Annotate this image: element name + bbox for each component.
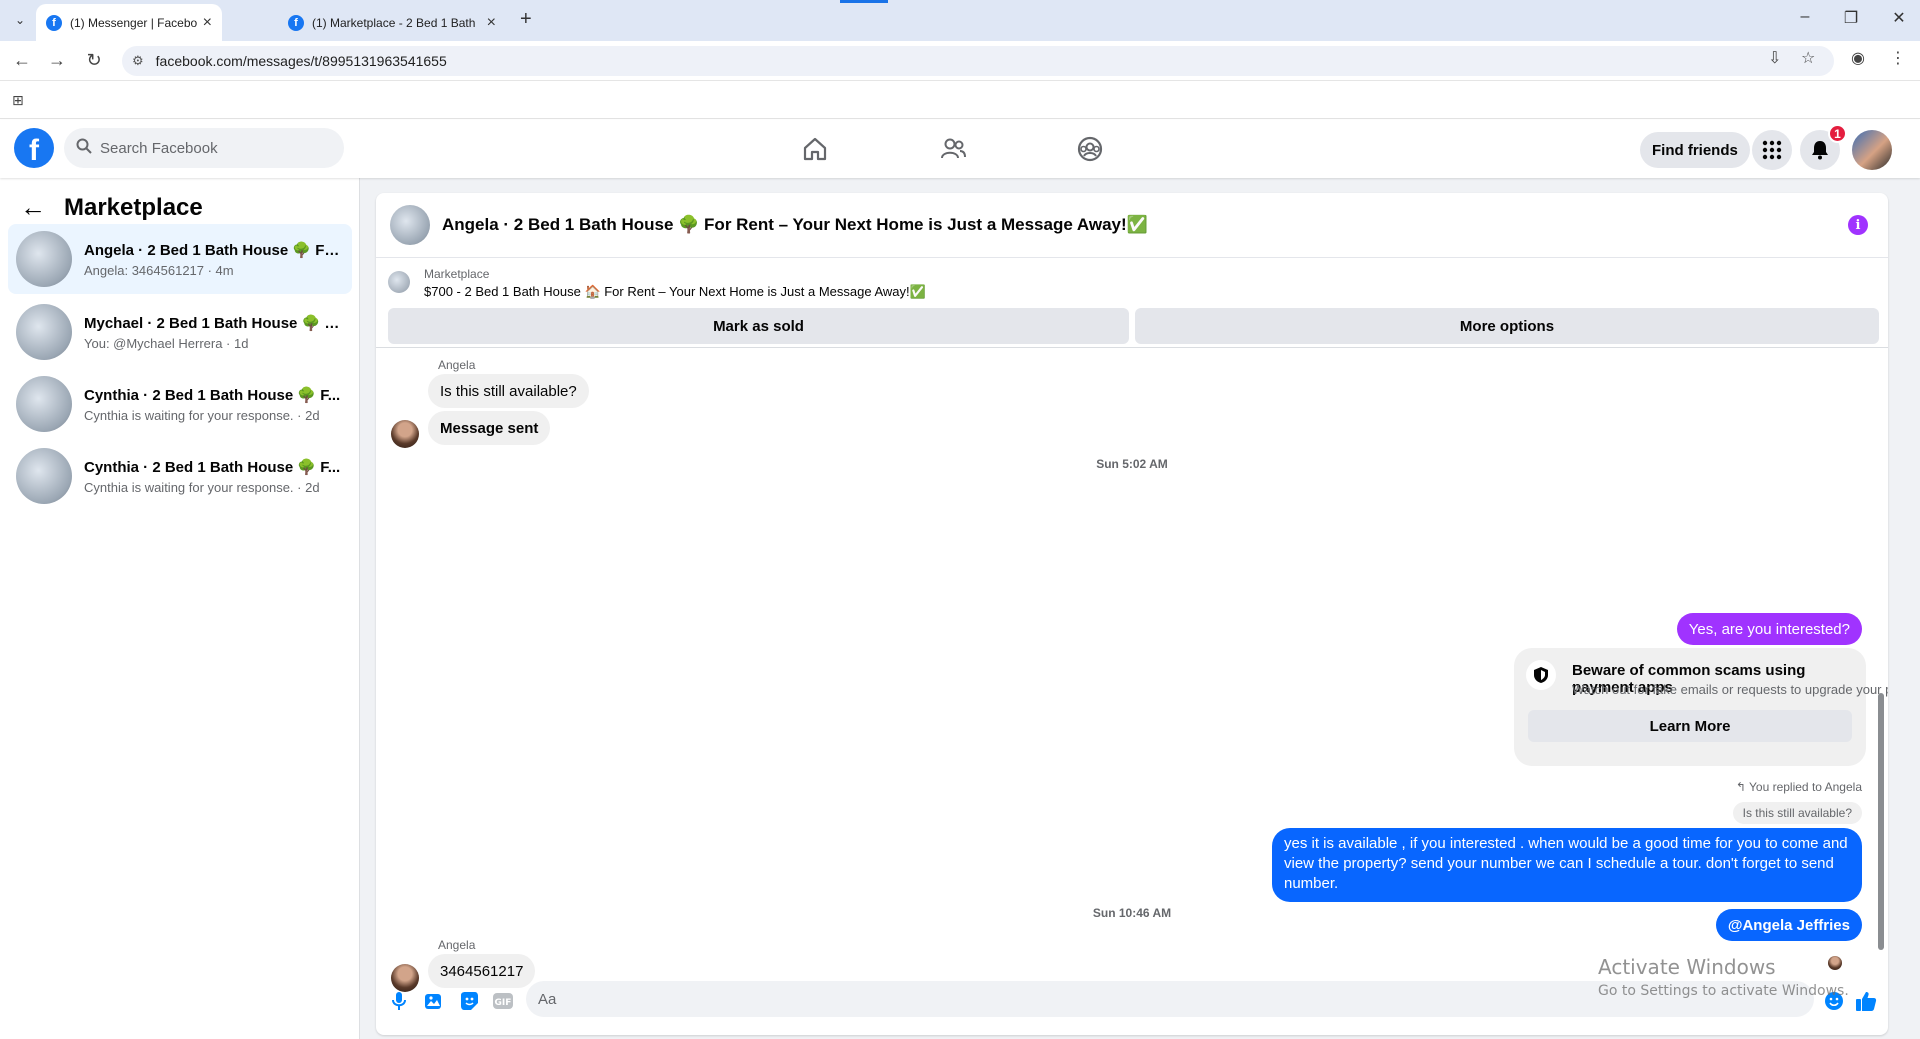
incoming-message[interactable]: Message sent [428,411,551,445]
message-list: Angela Is this still available? Message … [376,348,1888,965]
listing-thumbnail[interactable] [390,205,430,245]
new-tab-button[interactable]: + [520,8,532,31]
conversation-snippet: Cynthia is waiting for your response. · … [84,407,320,423]
scam-warning-text: Watch out for fake emails or requests to… [1572,682,1888,697]
sidebar-header: ← Marketplace [20,192,203,223]
mark-as-sold-button[interactable]: Mark as sold [388,308,1129,344]
thumbs-up-icon[interactable] [1855,990,1877,1012]
restore-icon[interactable]: ❐ [1839,8,1863,28]
profile-icon[interactable]: ◉ [1851,48,1865,68]
groups-icon[interactable] [1076,135,1104,163]
search-input[interactable]: Search Facebook [64,128,344,168]
url-field[interactable]: ⚙ facebook.com/messages/t/89951319635416… [122,46,1834,76]
chat-panel: Angela · 2 Bed 1 Bath House 🌳 For Rent –… [376,193,1888,1035]
tab-title: (1) Messenger | Facebook [70,15,197,30]
reply-arrow-icon: ↰ [1735,780,1749,794]
more-options-button[interactable]: More options [1135,308,1879,344]
timestamp: Sun 5:02 AM [1096,457,1168,471]
conversation-item[interactable]: Cynthia · 2 Bed 1 Bath House 🌳 F... Cynt… [8,369,352,439]
close-tab-icon[interactable]: × [487,14,496,32]
tab-loading-indicator [840,0,888,3]
back-arrow-icon[interactable]: ← [20,192,46,223]
sidebar-title: Marketplace [64,193,203,221]
bookmarks-bar: ⊞ [0,81,1920,119]
chat-header: Angela · 2 Bed 1 Bath House 🌳 For Rent –… [376,193,1888,258]
minimize-icon[interactable]: – [1793,8,1817,26]
facebook-favicon-icon: f [288,14,304,31]
reload-icon[interactable]: ↻ [82,50,106,71]
conversation-item[interactable]: Angela · 2 Bed 1 Bath House 🌳 Fo... Ange… [8,224,352,294]
conversation-snippet: Cynthia is waiting for your response. · … [84,479,320,495]
quoted-message[interactable]: Is this still available? [1732,802,1862,824]
tab-title: (1) Marketplace - 2 Bed 1 Bath [312,15,476,30]
sticker-icon[interactable] [458,990,480,1012]
tab-marketplace[interactable]: f (1) Marketplace - 2 Bed 1 Bath × [278,4,506,41]
listing-banner: Marketplace $700 - 2 Bed 1 Bath House 🏠 … [376,258,1888,348]
listing-thumbnail [16,231,72,287]
learn-more-button[interactable]: Learn More [1528,710,1852,742]
friends-icon[interactable] [939,135,967,163]
conversation-name: Angela · 2 Bed 1 Bath House 🌳 Fo... [84,241,344,259]
facebook-favicon-icon: f [46,14,62,31]
shield-icon [1526,660,1556,690]
search-icon [76,138,92,158]
sender-avatar[interactable] [391,420,419,448]
conversation-snippet: Angela: 3464561217 · 4m [84,262,234,278]
browser-tabstrip: ⌄ f (1) Messenger | Facebook × f (1) Mar… [0,0,1920,41]
facebook-header: f Search Facebook Find friends 1 [0,120,1920,178]
sender-name: Angela [438,938,476,952]
account-avatar[interactable] [1852,130,1892,170]
incoming-message[interactable]: Is this still available? [428,374,589,408]
conversation-item[interactable]: Mychael · 2 Bed 1 Bath House 🌳 F... You:… [8,297,352,367]
listing-title[interactable]: $700 - 2 Bed 1 Bath House 🏠 For Rent – Y… [424,284,926,300]
gif-icon[interactable]: GIF [492,990,514,1012]
timestamp: Sun 10:46 AM [1092,906,1172,920]
browser-menu-icon[interactable]: ⋮ [1890,48,1906,68]
install-app-icon[interactable]: ⇩ [1768,48,1781,68]
close-window-icon[interactable]: ✕ [1887,8,1911,28]
scam-warning-card: Beware of common scams using payment app… [1514,648,1888,766]
windows-activation-watermark: Activate Windows Go to Settings to activ… [1598,955,1849,999]
site-info-icon[interactable]: ⚙ [132,53,144,69]
conversation-name: Cynthia · 2 Bed 1 Bath House 🌳 F... [84,458,341,476]
url-text: facebook.com/messages/t/8995131963541655 [155,53,447,69]
sender-name: Angela [438,358,476,372]
menu-grid-icon[interactable] [1752,130,1792,170]
close-tab-icon[interactable]: × [203,14,212,32]
info-icon[interactable]: i [1848,215,1868,235]
home-icon[interactable] [801,135,829,163]
chat-title[interactable]: Angela · 2 Bed 1 Bath House 🌳 For Rent –… [442,215,1148,235]
marketplace-sidebar: ← Marketplace Angela · 2 Bed 1 Bath Hous… [0,178,360,1039]
listing-thumbnail [16,304,72,360]
bookmark-star-icon[interactable]: ☆ [1801,48,1815,68]
tab-search-chevron-icon[interactable]: ⌄ [8,8,32,32]
facebook-logo-icon[interactable]: f [14,128,54,168]
reply-note: ↰ You replied to Angela [1736,780,1862,794]
outgoing-message[interactable]: yes it is available , if you interested … [1272,828,1862,902]
attach-image-icon[interactable] [423,990,445,1012]
notification-badge: 1 [1828,124,1847,143]
listing-thumbnail [16,376,72,432]
back-icon[interactable]: ← [10,50,34,71]
listing-small-thumbnail [388,271,410,293]
tab-messenger[interactable]: f (1) Messenger | Facebook × [36,4,222,41]
forward-icon[interactable]: → [45,50,69,71]
find-friends-button[interactable]: Find friends [1640,132,1750,168]
listing-thumbnail [16,448,72,504]
search-placeholder: Search Facebook [100,139,218,157]
apps-grid-icon[interactable]: ⊞ [12,92,24,109]
listing-source: Marketplace [424,267,490,281]
microphone-icon[interactable] [388,990,410,1012]
watermark-title: Activate Windows [1598,955,1776,979]
conversation-snippet: You: @Mychael Herrera · 1d [84,335,249,351]
outgoing-message[interactable]: Yes, are you interested? [1676,613,1862,645]
conversation-name: Mychael · 2 Bed 1 Bath House 🌳 F... [84,314,344,332]
address-bar-row: ← → ↻ ⚙ facebook.com/messages/t/89951319… [0,41,1920,81]
conversation-item[interactable]: Cynthia · 2 Bed 1 Bath House 🌳 F... Cynt… [8,441,352,511]
watermark-subtitle: Go to Settings to activate Windows. [1598,983,1849,999]
conversation-name: Cynthia · 2 Bed 1 Bath House 🌳 F... [84,386,341,404]
svg-text:GIF: GIF [495,998,512,1008]
reply-note-text: You replied to Angela [1749,780,1862,794]
